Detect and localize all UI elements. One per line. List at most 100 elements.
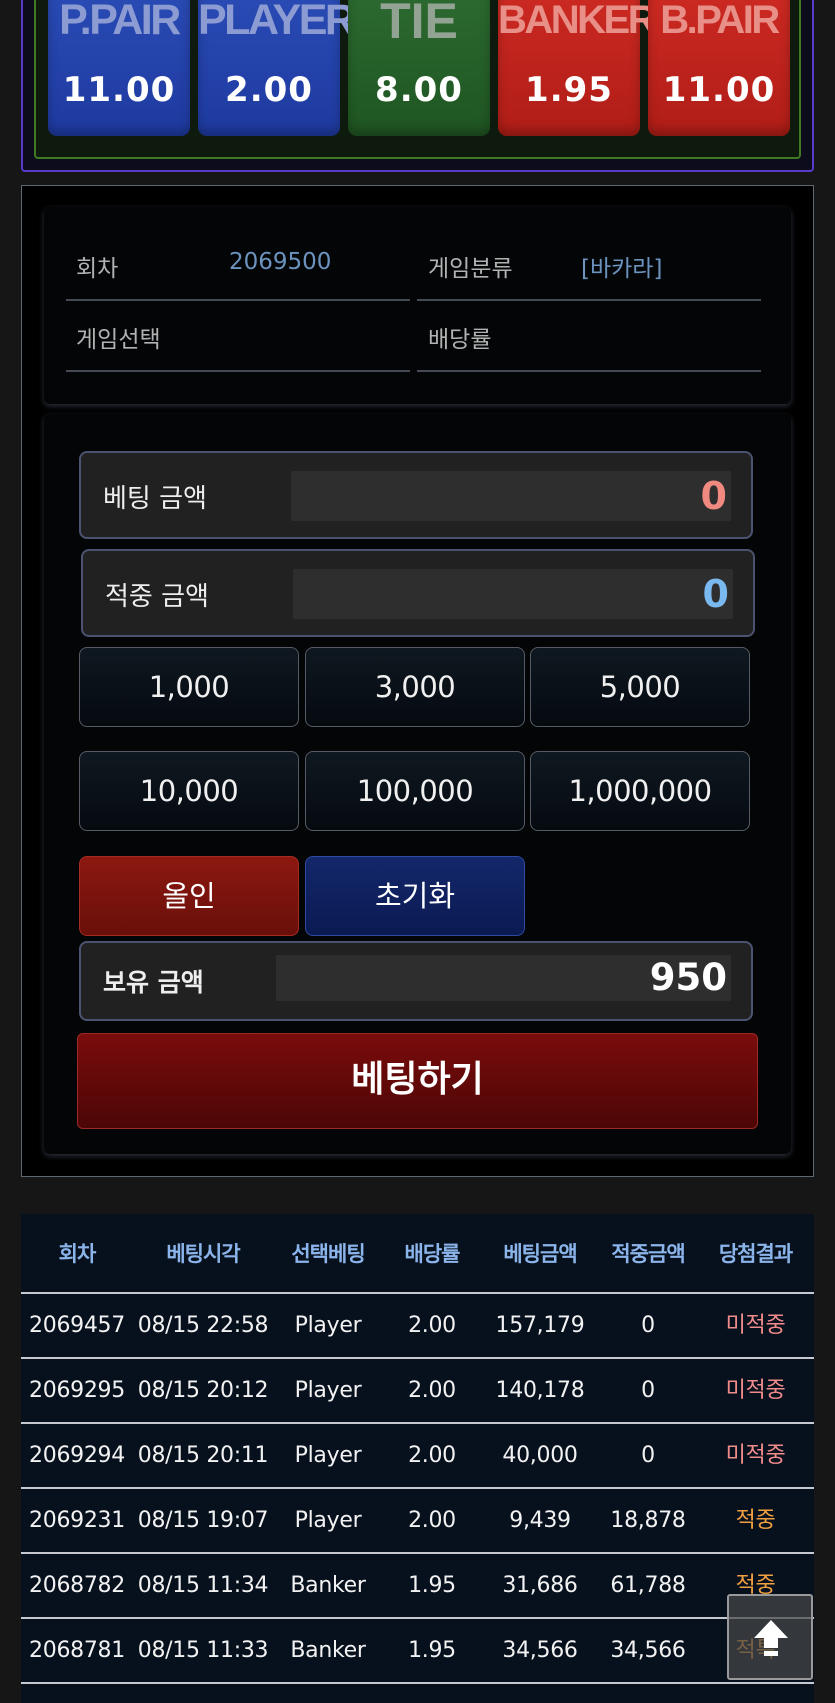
arrow-up-icon: [754, 1620, 788, 1656]
column-header: 적중금액: [611, 1242, 685, 1266]
odds-value: 1.95: [525, 70, 613, 110]
cell-round: 2068781: [29, 1638, 125, 1663]
column-header: 선택베팅: [291, 1242, 365, 1266]
cell-time: 08/15 11:33: [137, 1638, 269, 1663]
cell-bet-amount: 157,179: [495, 1313, 585, 1338]
cell-win-amount: 61,788: [610, 1573, 686, 1598]
chip-1000-button[interactable]: 1,000: [79, 647, 299, 727]
cell-selection: Banker: [290, 1573, 366, 1598]
bet-amount-field[interactable]: 0: [291, 471, 731, 521]
column-header: 당첨결과: [718, 1242, 793, 1266]
odds-name: B.PAIR: [660, 0, 780, 42]
odds-value: 2.00: [225, 70, 313, 110]
cell-win-amount: 0: [641, 1378, 655, 1403]
cell-bet-amount: 34,566: [502, 1638, 578, 1663]
odds-board: P.PAIR 11.00 PLAYER 2.00 TIE 8.00 BANKER…: [34, 0, 801, 159]
odds-value: 8.00: [375, 70, 463, 110]
odds-name: P.PAIR: [59, 0, 181, 44]
cell-selection: Banker: [290, 1638, 366, 1663]
cell-time: 08/15 19:07: [137, 1508, 269, 1533]
cell-bet-amount: 9,439: [509, 1508, 571, 1533]
divider: [66, 370, 410, 372]
table-row[interactable]: 2068781 08/15 11:33 Banker 1.95 34,566 3…: [21, 1617, 814, 1682]
chip-10000-button[interactable]: 10,000: [79, 751, 299, 831]
cell-odds: 1.95: [408, 1573, 456, 1598]
column-header: 배당률: [404, 1242, 461, 1266]
cell-round: 2069295: [29, 1378, 125, 1403]
table-row[interactable]: 2069294 08/15 20:11 Player 2.00 40,000 0…: [21, 1422, 814, 1487]
scroll-to-top-button[interactable]: [727, 1594, 813, 1680]
bet-history-table: 회차 베팅시각 선택베팅 배당률 베팅금액 적중금액 당첨결과 2069457 …: [21, 1214, 814, 1703]
cell-time: 08/15 22:58: [137, 1313, 269, 1338]
round-value: 2069500: [229, 249, 332, 275]
chip-100000-button[interactable]: 100,000: [305, 751, 525, 831]
column-header: 베팅금액: [503, 1242, 577, 1266]
bet-info-card: 회차 2069500 게임분류 [바카라] 게임선택 배당률: [44, 207, 791, 404]
category-label: 게임분류: [428, 256, 513, 282]
odds-value: 11.00: [662, 70, 776, 110]
cell-time: 08/15 11:34: [137, 1573, 269, 1598]
cell-result: 미적중: [725, 1378, 786, 1403]
cell-odds: 2.00: [408, 1313, 456, 1338]
bet-amount-row: 베팅 금액 0: [79, 451, 753, 539]
win-amount-row: 적중 금액 0: [81, 549, 755, 637]
chip-1000000-button[interactable]: 1,000,000: [530, 751, 750, 831]
cell-odds: 2.00: [408, 1378, 456, 1403]
cell-win-amount: 0: [641, 1313, 655, 1338]
cell-time: 08/15 20:12: [137, 1378, 269, 1403]
cell-round: 2068782: [29, 1573, 125, 1598]
cell-selection: Player: [294, 1313, 362, 1338]
chip-3000-button[interactable]: 3,000: [305, 647, 525, 727]
table-header: 회차 베팅시각 선택베팅 배당률 베팅금액 적중금액 당첨결과: [21, 1214, 814, 1294]
odds-name: BANKER: [498, 0, 657, 42]
odds-label: 배당률: [428, 327, 492, 353]
balance-row: 보유 금액 950: [79, 941, 753, 1021]
bet-amount-label: 베팅 금액: [103, 484, 207, 514]
cell-odds: 1.95: [408, 1638, 456, 1663]
cell-selection: Player: [294, 1443, 362, 1468]
balance-field: 950: [276, 955, 731, 1001]
cell-odds: 2.00: [408, 1443, 456, 1468]
cell-round: 2069457: [29, 1313, 125, 1338]
cell-bet-amount: 140,178: [495, 1378, 585, 1403]
win-amount-field: 0: [293, 569, 733, 619]
cell-selection: Player: [294, 1378, 362, 1403]
table-row[interactable]: 2069295 08/15 20:12 Player 2.00 140,178 …: [21, 1357, 814, 1422]
round-label: 회차: [76, 256, 119, 282]
divider: [417, 370, 761, 372]
cell-result: 적중: [735, 1508, 776, 1533]
all-in-button[interactable]: 올인: [79, 856, 299, 936]
table-row[interactable]: 2069457 08/15 22:58 Player 2.00 157,179 …: [21, 1292, 814, 1357]
odds-name: PLAYER: [198, 0, 356, 44]
cell-result: 미적중: [725, 1313, 786, 1338]
cell-bet-amount: 31,686: [502, 1573, 578, 1598]
divider: [417, 299, 761, 301]
odds-name: TIE: [380, 0, 458, 49]
cell-result: 미적중: [725, 1443, 786, 1468]
cell-odds: 2.00: [408, 1508, 456, 1533]
cell-win-amount: 0: [641, 1443, 655, 1468]
cell-round: 2069231: [29, 1508, 125, 1533]
place-bet-button[interactable]: 베팅하기: [77, 1033, 758, 1129]
chip-5000-button[interactable]: 5,000: [530, 647, 750, 727]
cell-bet-amount: 40,000: [502, 1443, 578, 1468]
win-amount-label: 적중 금액: [105, 582, 209, 612]
column-header: 회차: [58, 1242, 97, 1266]
table-row[interactable]: 2069231 08/15 19:07 Player 2.00 9,439 18…: [21, 1487, 814, 1552]
table-row[interactable]: 2068782 08/15 11:34 Banker 1.95 31,686 6…: [21, 1552, 814, 1617]
cell-time: 08/15 20:11: [137, 1443, 269, 1468]
odds-button-p-pair[interactable]: P.PAIR 11.00: [48, 0, 190, 136]
odds-value: 11.00: [62, 70, 176, 110]
table-row[interactable]: [21, 1682, 814, 1703]
cell-selection: Player: [294, 1508, 362, 1533]
selection-label: 게임선택: [76, 327, 161, 353]
odds-button-b-pair[interactable]: B.PAIR 11.00: [648, 0, 790, 136]
odds-button-tie[interactable]: TIE 8.00: [348, 0, 490, 136]
cell-round: 2069294: [29, 1443, 125, 1468]
odds-button-player[interactable]: PLAYER 2.00: [198, 0, 356, 136]
balance-label: 보유 금액: [103, 968, 204, 997]
divider: [66, 299, 410, 301]
column-header: 베팅시각: [166, 1242, 240, 1266]
reset-button[interactable]: 초기화: [305, 856, 525, 936]
odds-button-banker[interactable]: BANKER 1.95: [498, 0, 657, 136]
